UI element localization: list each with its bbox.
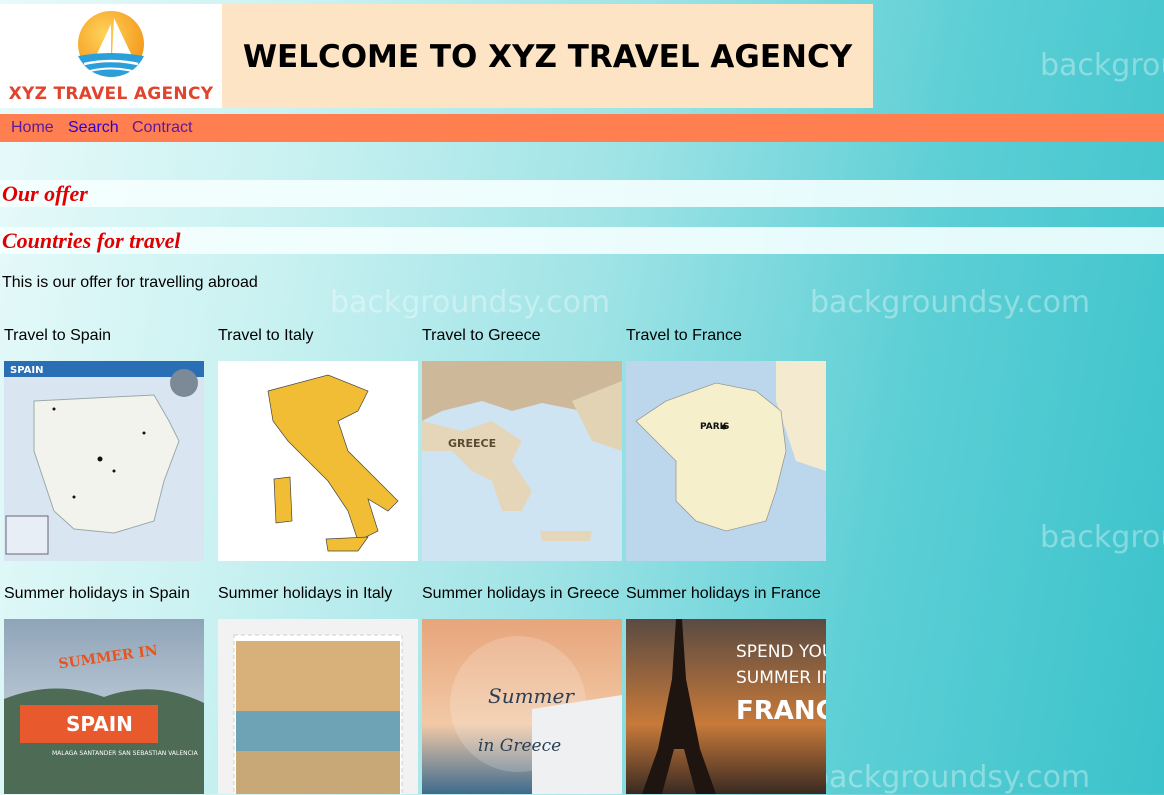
france-poster-mid: SUMMER IN xyxy=(736,668,826,688)
france-poster-top: SPEND YOUR xyxy=(736,642,826,662)
spain-holiday-image[interactable]: SUMMER IN SPAIN MALAGA SANTANDER SAN SEB… xyxy=(4,619,204,794)
holiday-italy-caption: Summer holidays in Italy xyxy=(218,585,393,602)
travel-spain-caption: Travel to Spain xyxy=(4,327,112,344)
travel-france-caption: Travel to France xyxy=(626,327,742,344)
countries-heading-band: Countries for travel xyxy=(0,227,1164,254)
watermark: backgroundsy.com xyxy=(810,760,1091,795)
watermark: backgroundsy.com xyxy=(330,285,611,320)
spain-poster-sub: MALAGA SANTANDER SAN SEBASTIAN VALENCIA xyxy=(52,750,199,757)
offer-heading-band: Our offer xyxy=(0,180,1164,207)
agency-logo[interactable]: XYZ TRAVEL AGENCY xyxy=(0,4,222,108)
holiday-france-caption: Summer holidays in France xyxy=(626,585,821,602)
travel-greece-caption: Travel to Greece xyxy=(422,327,541,344)
holiday-greece-caption: Summer holidays in Greece xyxy=(422,585,620,602)
page-title: WELCOME TO XYZ TRAVEL AGENCY xyxy=(242,39,853,75)
watermark: backgroundsy.com xyxy=(1040,520,1164,555)
nav-home-link[interactable]: Home xyxy=(11,119,54,137)
greece-map-title: GREECE xyxy=(448,437,496,450)
france-holiday-image[interactable]: SPEND YOUR SUMMER IN FRANCE xyxy=(626,619,826,794)
france-map-image[interactable]: PARIS xyxy=(626,361,826,561)
sailboat-logo-icon xyxy=(78,11,144,77)
spain-poster-main: SPAIN xyxy=(66,712,133,736)
france-poster-main: FRANCE xyxy=(736,696,826,726)
travel-italy-caption: Travel to Italy xyxy=(218,327,314,344)
greece-map-image[interactable]: GREECE xyxy=(422,361,622,561)
intro-text: This is our offer for travelling abroad xyxy=(2,274,258,291)
france-map-title: PARIS xyxy=(700,422,730,432)
watermark: backgroundsy.com xyxy=(810,285,1091,320)
italy-map-image[interactable] xyxy=(218,361,418,561)
holiday-spain-caption: Summer holidays in Spain xyxy=(4,585,190,602)
offer-heading: Our offer xyxy=(2,181,88,206)
logo-text: XYZ TRAVEL AGENCY xyxy=(8,84,214,104)
site-header: XYZ TRAVEL AGENCY WELCOME TO XYZ TRAVEL … xyxy=(0,4,873,108)
countries-heading: Countries for travel xyxy=(2,228,181,253)
nav-search-link[interactable]: Search xyxy=(68,119,119,137)
watermark: backgroundsy.com xyxy=(1040,48,1164,83)
nav-bar: Home Search Contract xyxy=(0,114,1164,142)
spain-map-title: SPAIN xyxy=(10,365,43,376)
nav-contract-link[interactable]: Contract xyxy=(132,119,192,137)
italy-holiday-image[interactable] xyxy=(218,619,418,794)
spain-map-image[interactable]: SPAIN xyxy=(4,361,204,561)
greece-poster-top: Summer xyxy=(488,684,575,708)
greece-poster-main: in Greece xyxy=(478,736,561,756)
greece-holiday-image[interactable]: Summer in Greece xyxy=(422,619,622,794)
